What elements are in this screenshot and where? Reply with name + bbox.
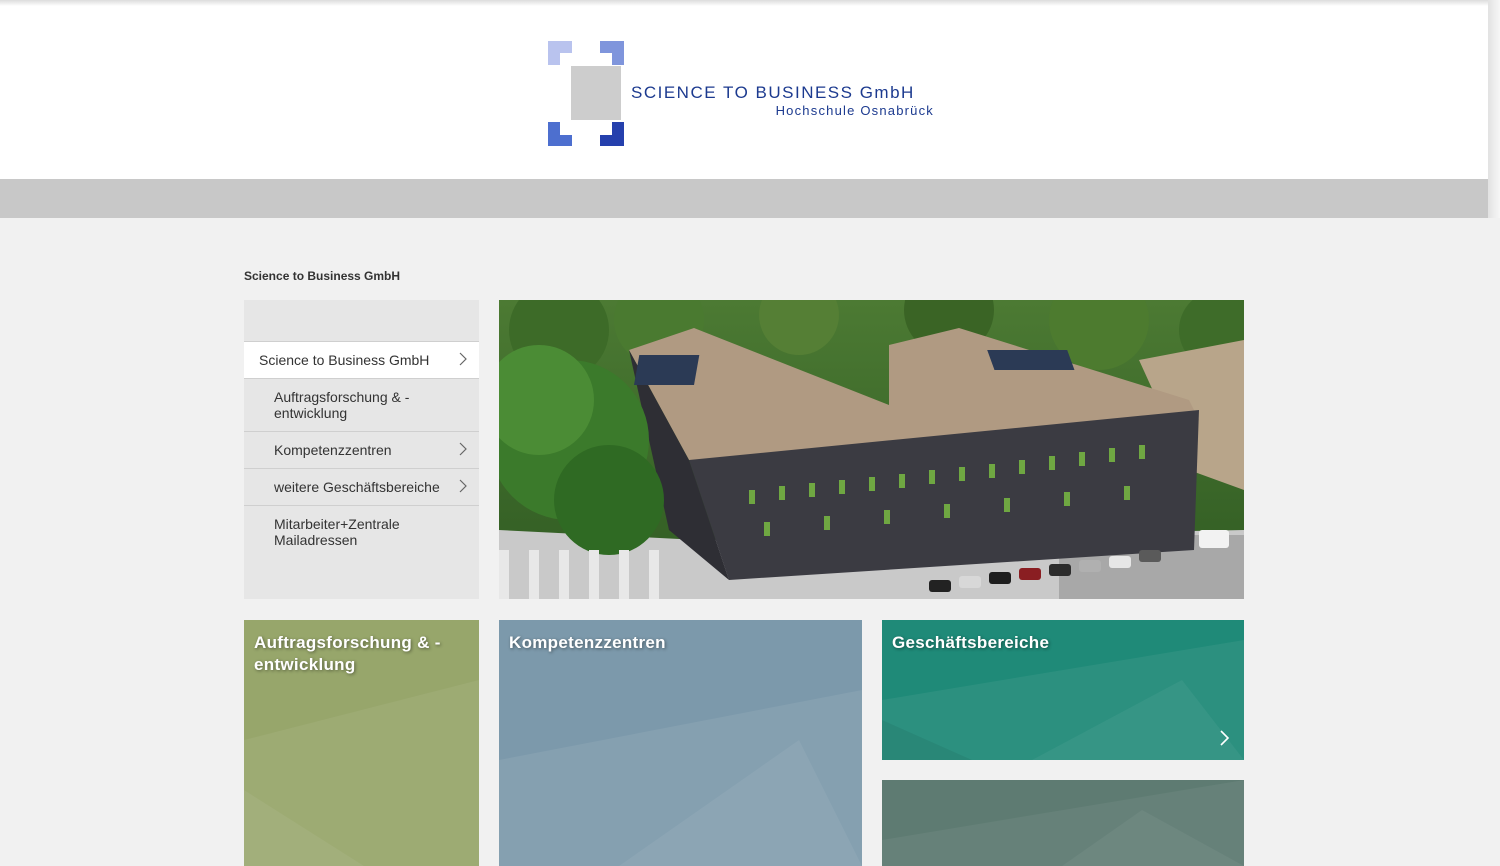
tile-title: Auftragsforschung & -entwicklung: [254, 633, 441, 674]
sidebar-item-geschaeftsbereiche[interactable]: weitere Geschäftsbereiche: [244, 469, 479, 506]
sidebar-item-label: Kompetenzzentren: [274, 442, 392, 458]
tile-geschaeftsbereiche[interactable]: Geschäftsbereiche: [882, 620, 1244, 760]
sidebar-item-label: Mitarbeiter+Zentrale Mailadressen: [274, 516, 400, 548]
tile-pattern: [882, 780, 1244, 866]
tile-title: Kompetenzzentren: [509, 633, 666, 652]
chevron-right-icon[interactable]: [1220, 730, 1230, 746]
sidebar-item-label: Auftragsforschung & -entwicklung: [274, 389, 410, 421]
site-logo[interactable]: SCIENCE TO BUSINESS GmbH Hochschule Osna…: [546, 40, 938, 148]
chevron-right-icon: [459, 479, 467, 493]
tile-auftragsforschung[interactable]: Auftragsforschung & -entwicklung: [244, 620, 479, 866]
page-edge: [1488, 0, 1500, 218]
page-title: Science to Business GmbH: [244, 269, 401, 283]
tile-additional[interactable]: [882, 780, 1244, 866]
chevron-right-icon: [459, 352, 467, 366]
chevron-right-icon: [459, 442, 467, 456]
sidebar-navigation: Science to Business GmbH Auftragsforschu…: [244, 300, 479, 599]
main-navigation-bar: [0, 179, 1488, 218]
hero-image-building: [499, 300, 1244, 599]
sidebar-item-mitarbeiter[interactable]: Mitarbeiter+Zentrale Mailadressen: [244, 506, 479, 559]
site-header: SCIENCE TO BUSINESS GmbH Hochschule Osna…: [0, 0, 1488, 179]
sidebar-header: [244, 300, 479, 342]
logo-subtitle: Hochschule Osnabrück: [775, 103, 934, 118]
tile-kompetenzzentren[interactable]: Kompetenzzentren: [499, 620, 862, 866]
logo-title: SCIENCE TO BUSINESS GmbH: [631, 83, 915, 102]
tile-title: Geschäftsbereiche: [892, 633, 1050, 652]
sidebar-item-kompetenzzentren[interactable]: Kompetenzzentren: [244, 432, 479, 469]
sidebar-item-label: weitere Geschäftsbereiche: [274, 479, 440, 495]
sidebar-item-auftragsforschung[interactable]: Auftragsforschung & -entwicklung: [244, 379, 479, 432]
sidebar-item-label: Science to Business GmbH: [259, 352, 430, 368]
sidebar-item-science-to-business[interactable]: Science to Business GmbH: [244, 342, 479, 379]
building-photo: [499, 300, 1244, 599]
header-shadow: [0, 0, 1488, 6]
tile-pattern: [499, 690, 862, 866]
logo-mark: [548, 41, 624, 146]
